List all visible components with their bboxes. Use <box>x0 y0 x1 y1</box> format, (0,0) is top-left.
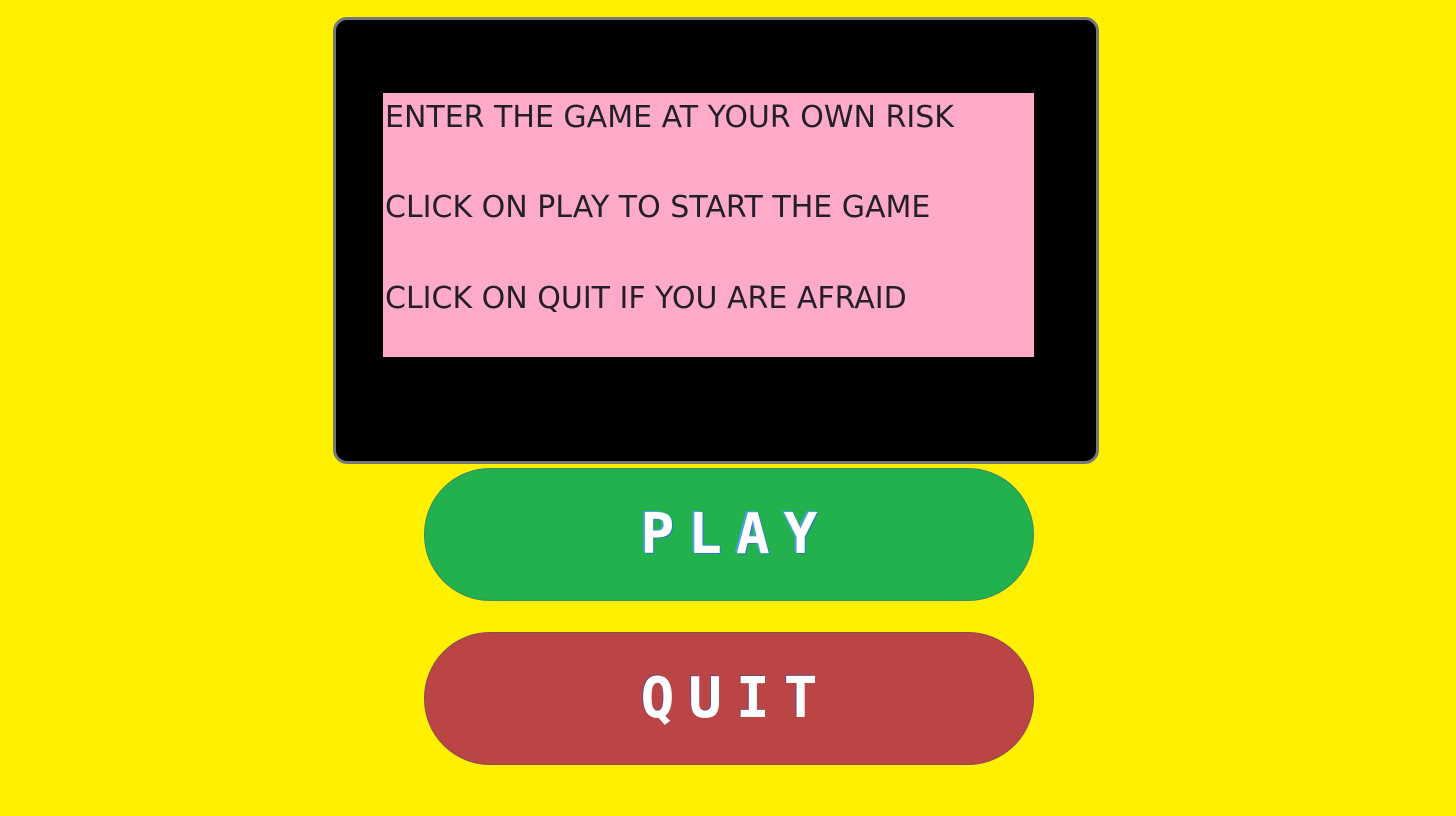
instruction-line-risk: ENTER THE GAME AT YOUR OWN RISK <box>385 100 954 135</box>
instruction-line-quit: CLICK ON QUIT IF YOU ARE AFRAID <box>385 281 907 316</box>
instruction-panel: ENTER THE GAME AT YOUR OWN RISK CLICK ON… <box>383 93 1034 357</box>
quit-button-label: QUIT <box>640 665 832 731</box>
instruction-screen: ENTER THE GAME AT YOUR OWN RISK CLICK ON… <box>333 17 1099 464</box>
instruction-line-play: CLICK ON PLAY TO START THE GAME <box>385 190 931 225</box>
play-button-label: PLAY <box>640 501 832 567</box>
play-button[interactable]: PLAY <box>424 468 1034 601</box>
quit-button[interactable]: QUIT <box>424 632 1034 765</box>
